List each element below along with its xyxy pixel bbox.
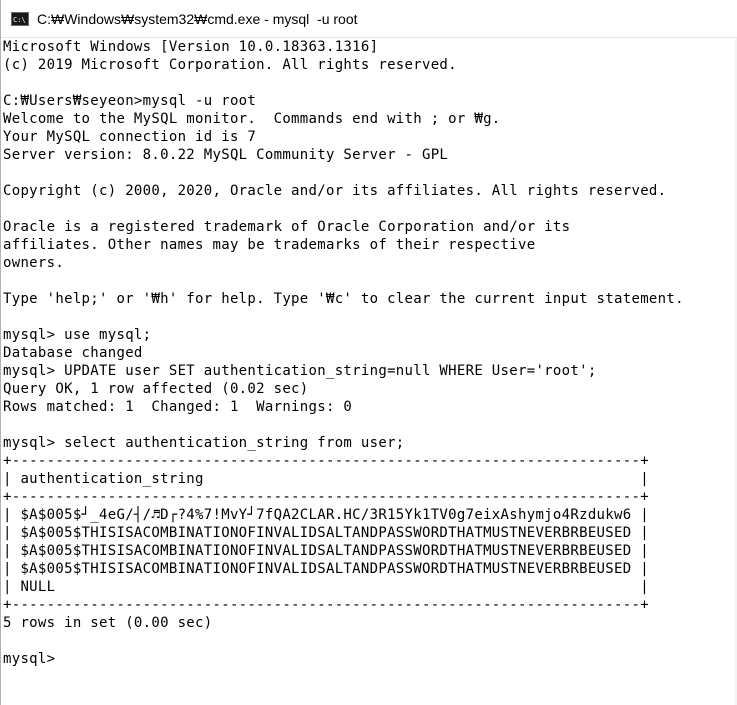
console-output[interactable]: Microsoft Windows [Version 10.0.18363.13… (1, 38, 737, 705)
console-line: C:₩Users₩seyeon>mysql -u root (3, 93, 257, 109)
console-line: Server version: 8.0.22 MySQL Community S… (3, 147, 449, 163)
console-line: | $A$005$THISISACOMBINATIONOFINVALIDSALT… (3, 525, 649, 541)
console-line: owners. (3, 255, 65, 271)
cmd-icon[interactable]: C:\ (11, 11, 29, 26)
console-line: | $A$005$THISISACOMBINATIONOFINVALIDSALT… (3, 543, 649, 559)
console-line: Type 'help;' or '₩h' for help. Type '₩c'… (3, 291, 684, 307)
console-line: +---------------------------------------… (3, 597, 649, 613)
prompt-line: mysql> (3, 651, 56, 667)
console-line: | NULL | (3, 579, 649, 595)
console-line: Database changed (3, 345, 143, 361)
console-line: (c) 2019 Microsoft Corporation. All righ… (3, 57, 457, 73)
console-line: 5 rows in set (0.00 sec) (3, 615, 213, 631)
console-line: +---------------------------------------… (3, 489, 649, 505)
console-line: +---------------------------------------… (3, 453, 649, 469)
console-line: Rows matched: 1 Changed: 1 Warnings: 0 (3, 399, 353, 415)
window-title: C:₩Windows₩system32₩cmd.exe - mysql -u r… (37, 10, 358, 27)
console-line: Your MySQL connection id is 7 (3, 129, 257, 145)
console-line: Oracle is a registered trademark of Orac… (3, 219, 571, 235)
console-line: Query OK, 1 row affected (0.02 sec) (3, 381, 309, 397)
console-line: Welcome to the MySQL monitor. Commands e… (3, 111, 501, 127)
prompt-line: mysql> UPDATE user SET authentication_st… (3, 363, 597, 379)
console-line: Microsoft Windows [Version 10.0.18363.13… (3, 39, 379, 55)
console-line: | $A$005$THISISACOMBINATIONOFINVALIDSALT… (3, 561, 649, 577)
console-line: Copyright (c) 2000, 2020, Oracle and/or … (3, 183, 667, 199)
console-line: affiliates. Other names may be trademark… (3, 237, 536, 253)
prompt-line: mysql> use mysql; (3, 327, 152, 343)
console-line: | authentication_string | (3, 471, 649, 487)
console-line: | $A$005$┘_4eG/┤/♬D┌?4%7!MvY┘7fQA2CLAR.H… (3, 507, 649, 523)
cmd-window: C:\ C:₩Windows₩system32₩cmd.exe - mysql … (0, 0, 737, 705)
prompt-line: mysql> select authentication_string from… (3, 435, 405, 451)
title-bar[interactable]: C:\ C:₩Windows₩system32₩cmd.exe - mysql … (1, 0, 737, 38)
